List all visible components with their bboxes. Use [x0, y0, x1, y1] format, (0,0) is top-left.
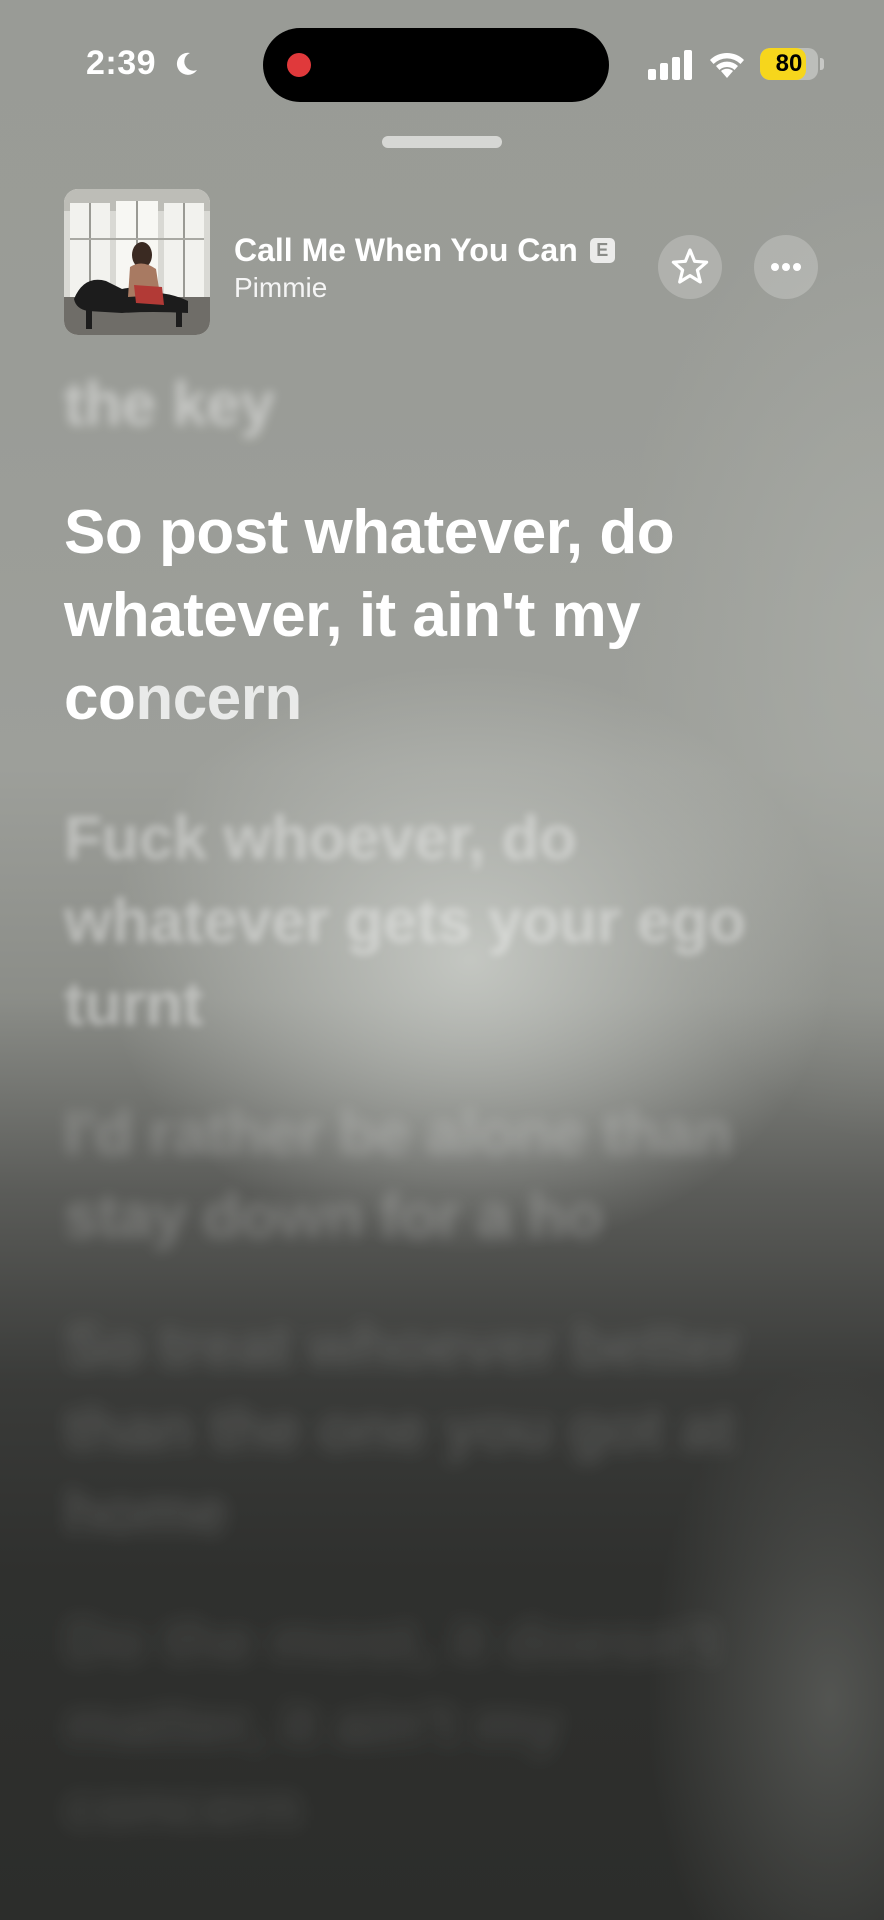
battery-body: 80 — [760, 48, 818, 80]
lyric-line-upcoming[interactable]: I'd rather be alone than stay down for a… — [64, 1092, 824, 1258]
favorite-button[interactable] — [658, 235, 722, 299]
explicit-badge: E — [589, 237, 615, 263]
lyric-line-upcoming[interactable]: So treat whoever better than the one you… — [64, 1305, 824, 1554]
more-button[interactable] — [754, 235, 818, 299]
battery-indicator: 80 — [760, 48, 824, 80]
sheet-grabber[interactable] — [382, 136, 502, 148]
lyric-text: stay down for a ho — [64, 1182, 603, 1251]
lyric-line-upcoming[interactable]: Fuck whoever, do whatever gets your ego … — [64, 797, 824, 1046]
cellular-signal-icon — [648, 50, 692, 80]
ellipsis-icon — [771, 263, 801, 271]
lyric-text: whatever gets your ego — [64, 887, 746, 956]
album-artwork-image — [64, 189, 210, 335]
lyric-text: So treat whoever better — [64, 1312, 742, 1381]
dynamic-island[interactable] — [263, 28, 609, 102]
lyric-text: Fuck whoever, do — [64, 804, 577, 873]
lyric-text: home — [64, 1478, 228, 1547]
lyric-text: than the one you got at — [64, 1395, 735, 1464]
lyric-unsung-part: ncern — [135, 664, 302, 733]
lyric-text: Do the most, it doesn't — [64, 1607, 719, 1676]
lyric-line-upcoming[interactable]: Do the most, it doesn't matter, it ain't… — [64, 1600, 824, 1849]
status-bar: 2:39 80 — [0, 0, 884, 130]
recording-indicator-icon — [287, 53, 311, 77]
lyric-text: turnt — [64, 970, 203, 1039]
lyric-line-current[interactable]: So post whatever, do whatever, it ain't … — [64, 491, 824, 740]
wifi-icon — [710, 52, 744, 78]
lyric-line-previous[interactable]: the key — [64, 363, 824, 446]
song-title[interactable]: Call Me When You Can — [234, 232, 578, 269]
lyric-text: I'd rather be alone than — [64, 1099, 732, 1168]
lyric-sung-part: co — [64, 664, 136, 733]
lyric-text: So post whatever, do — [64, 498, 675, 567]
status-time: 2:39 — [86, 44, 157, 82]
lyric-text: matter, it ain't my — [64, 1690, 562, 1759]
lyric-text: whatever, it ain't my — [64, 581, 641, 650]
battery-cap — [820, 58, 824, 70]
album-artwork[interactable] — [64, 189, 210, 335]
moon-icon — [176, 52, 197, 75]
lyric-text-line3: concern — [64, 657, 824, 740]
song-title-row[interactable]: Call Me When You Can E — [234, 228, 615, 272]
star-icon — [671, 248, 709, 284]
lyric-text: the key — [64, 370, 275, 439]
artist-name[interactable]: Pimmie — [234, 272, 327, 304]
battery-percent: 80 — [775, 50, 803, 77]
lyric-text: concern — [64, 1773, 302, 1842]
